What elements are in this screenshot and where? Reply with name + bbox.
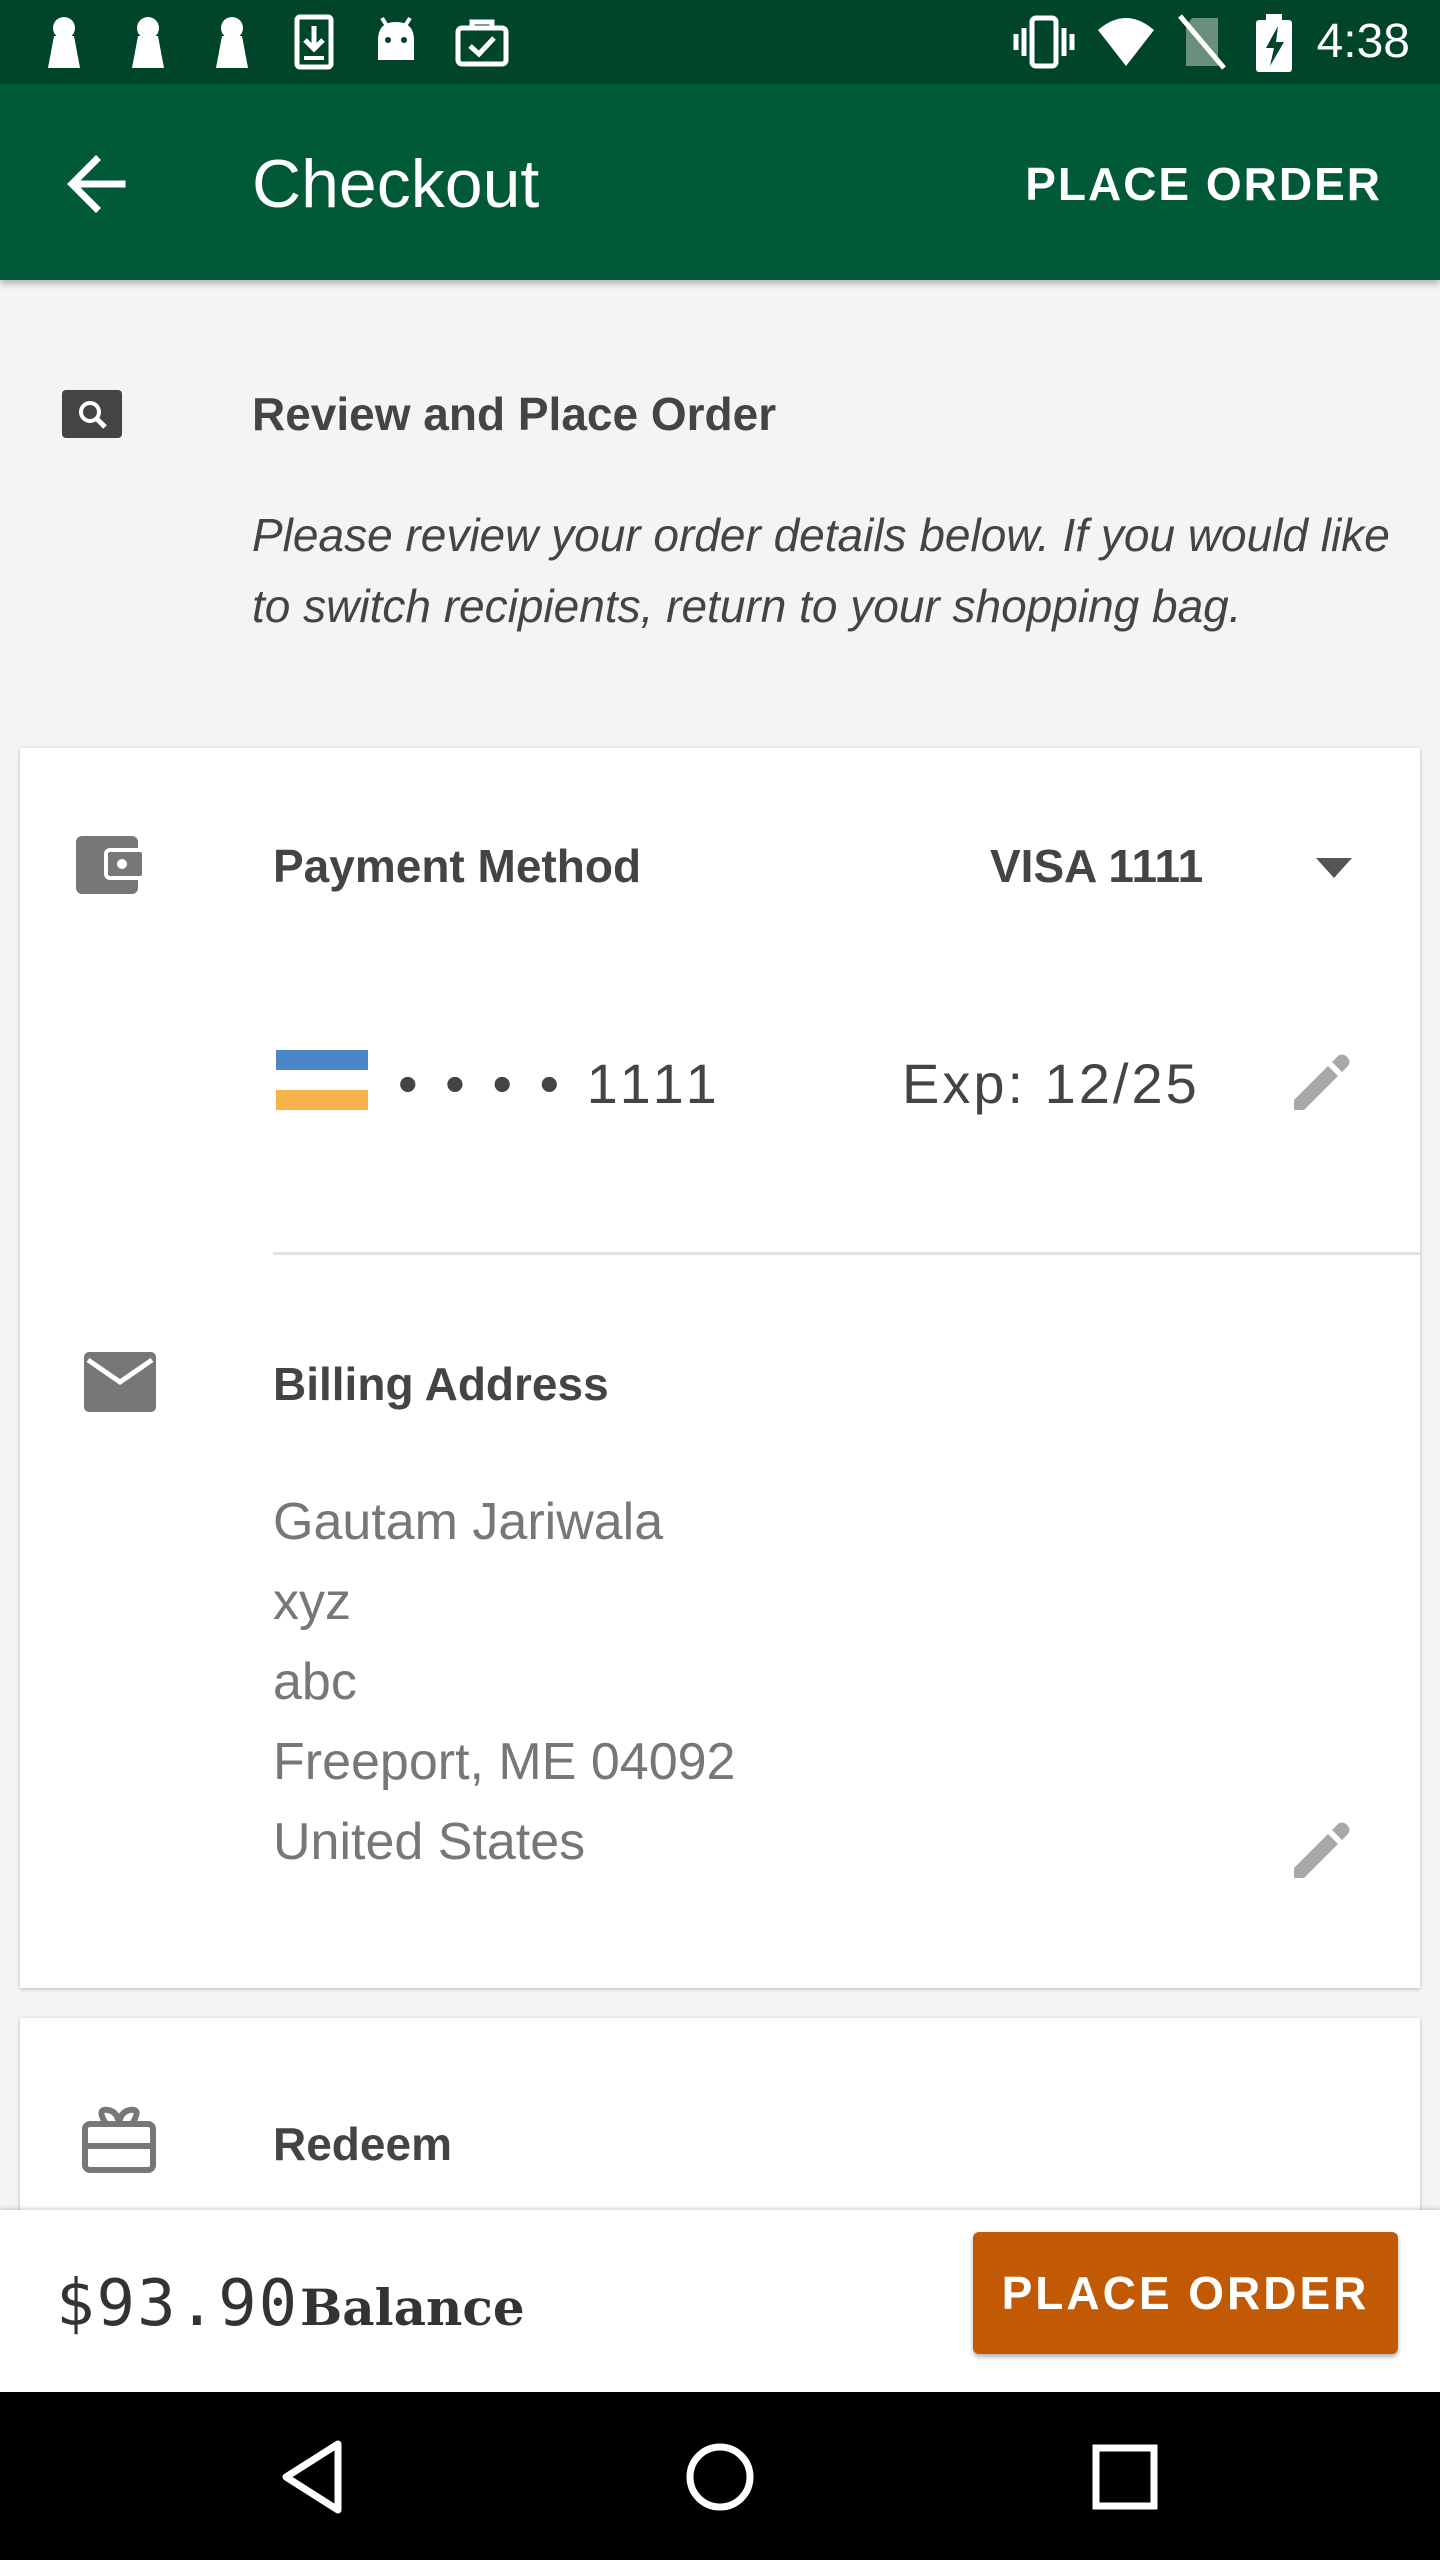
gift-card-icon	[82, 2106, 156, 2173]
keyhole-icon	[132, 17, 164, 68]
vibrate-icon	[1013, 15, 1075, 69]
wallet-icon	[76, 836, 144, 894]
mail-icon	[84, 1352, 156, 1412]
address-line: United States	[273, 1813, 586, 1871]
balance-amount: $93.90	[56, 2267, 300, 2341]
android-icon	[378, 16, 414, 60]
wifi-icon	[1098, 18, 1154, 66]
card-number: • • • • 1111	[398, 1052, 723, 1115]
nav-home-icon[interactable]	[675, 2432, 765, 2522]
battery-charging-icon	[1256, 14, 1292, 72]
review-heading: Review and Place Order	[252, 388, 777, 440]
status-time: 4:38	[1316, 15, 1410, 68]
edit-payment-pencil-icon[interactable]	[1288, 1050, 1352, 1114]
keyhole-icon	[216, 17, 248, 68]
status-bar: 4:38	[0, 0, 1440, 84]
address-line: Gautam Jariwala	[273, 1493, 664, 1551]
briefcase-check-icon	[455, 19, 509, 67]
download-icon	[294, 14, 334, 70]
chevron-down-icon[interactable]	[1314, 856, 1354, 880]
nav-recents-icon[interactable]	[1080, 2432, 1170, 2522]
payment-method-label: Payment Method	[273, 840, 642, 892]
address-line: abc	[273, 1653, 357, 1711]
toolbar-place-order-button[interactable]: PLACE ORDER	[1025, 156, 1382, 212]
system-nav-bar	[0, 2392, 1440, 2560]
redeem-label: Redeem	[273, 2118, 452, 2170]
address-line: Freeport, ME 04092	[273, 1733, 736, 1791]
card-expiry: Exp: 12/25	[902, 1052, 1200, 1115]
card-brand-icon	[276, 1050, 368, 1110]
search-box-icon	[62, 390, 122, 438]
review-description: Please review your order details below. …	[252, 509, 1390, 632]
payment-method-select[interactable]: VISA 1111	[990, 838, 1203, 894]
arrow-back-icon[interactable]	[58, 144, 138, 224]
edit-billing-pencil-icon[interactable]	[1288, 1818, 1352, 1882]
place-order-button[interactable]: PLACE ORDER	[973, 2232, 1398, 2354]
no-sim-icon	[1178, 14, 1226, 70]
app-toolbar: Checkout PLACE ORDER	[0, 84, 1440, 280]
divider	[273, 1252, 1420, 1255]
billing-address-label: Billing Address	[273, 1358, 609, 1410]
nav-back-icon[interactable]	[270, 2432, 360, 2522]
balance-label: Balance	[300, 2278, 525, 2337]
address-line: xyz	[273, 1573, 351, 1631]
page-title: Checkout	[252, 146, 540, 222]
billing-address: Gautam Jariwala xyz abc Freeport, ME 040…	[273, 1482, 735, 1882]
keyhole-icon	[48, 17, 80, 68]
